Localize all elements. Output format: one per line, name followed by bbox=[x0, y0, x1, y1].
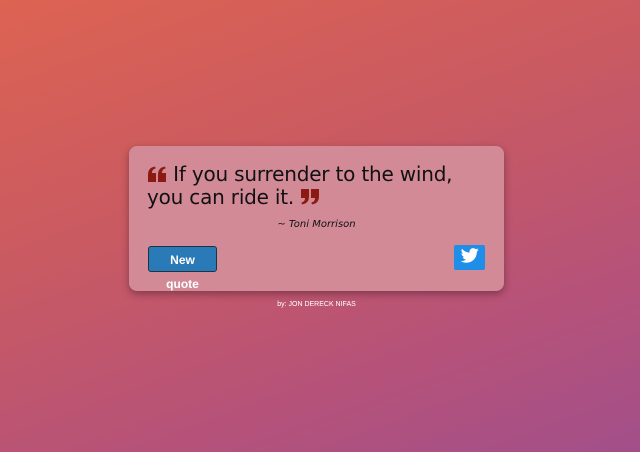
footer-prefix: by: bbox=[277, 301, 287, 308]
footer-credit: by: JON DERECK NIFAS bbox=[0, 301, 633, 308]
tweet-button[interactable] bbox=[454, 245, 485, 270]
quote-card: If you surrender to the wind, you can ri… bbox=[129, 146, 504, 291]
footer-author-name: JON DERECK NIFAS bbox=[288, 301, 356, 308]
quote-left-icon bbox=[147, 166, 167, 182]
quote-author: ~ Toni Morrison bbox=[277, 219, 356, 230]
new-quote-button[interactable]: New quote bbox=[148, 246, 217, 291]
quote-text-block: If you surrender to the wind, you can ri… bbox=[147, 163, 487, 209]
quote-right-icon bbox=[300, 189, 320, 205]
twitter-icon bbox=[460, 247, 479, 268]
